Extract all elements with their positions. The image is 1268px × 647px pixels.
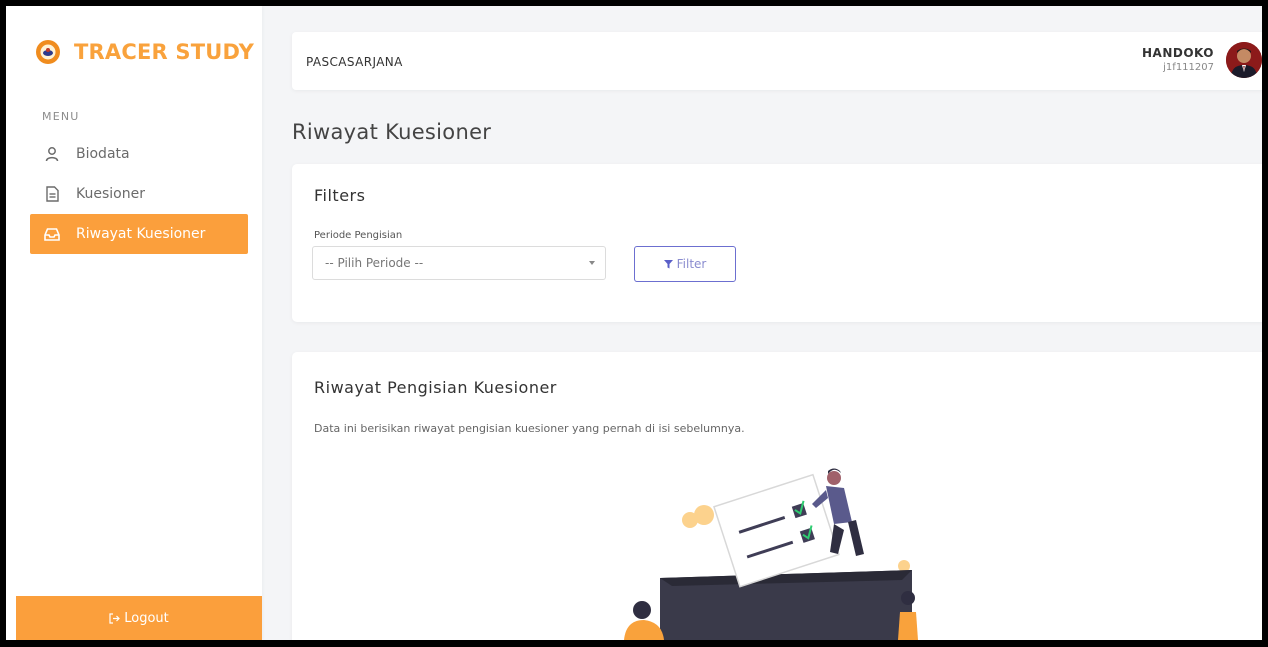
- brand-title: TRACER STUDY: [74, 40, 254, 64]
- history-title: Riwayat Pengisian Kuesioner: [314, 378, 557, 397]
- page-title: Riwayat Kuesioner: [292, 120, 492, 144]
- filters-title: Filters: [314, 186, 366, 205]
- university-logo-icon: [36, 40, 60, 64]
- sidebar-item-label: Riwayat Kuesioner: [76, 226, 206, 242]
- brand[interactable]: TRACER STUDY: [36, 40, 254, 64]
- sidebar-item-riwayat-kuesioner[interactable]: Riwayat Kuesioner: [30, 214, 248, 254]
- sidebar-item-biodata[interactable]: Biodata: [30, 134, 248, 174]
- user-id: j1f111207: [1163, 62, 1214, 73]
- filter-button-label: Filter: [676, 257, 707, 271]
- menu-label: MENU: [42, 110, 80, 123]
- user-name[interactable]: HANDOKO: [1142, 46, 1214, 60]
- filter-icon: [663, 259, 673, 269]
- sidebar-item-kuesioner[interactable]: Kuesioner: [30, 174, 248, 214]
- history-card: Riwayat Pengisian Kuesioner Data ini ber…: [292, 352, 1262, 640]
- period-select[interactable]: -- Pilih Periode --: [312, 246, 606, 280]
- user-icon: [42, 144, 62, 164]
- sidebar: TRACER STUDY MENU Biodata Kuesioner Riwa…: [6, 6, 262, 640]
- inbox-icon: [42, 224, 62, 244]
- logout-button[interactable]: Logout: [16, 596, 262, 640]
- caret-down-icon: [589, 261, 595, 265]
- period-label: Periode Pengisian: [314, 230, 403, 241]
- questionnaire-illustration: [624, 468, 918, 640]
- unit-name: PASCASARJANA: [306, 55, 403, 69]
- sidebar-item-label: Biodata: [76, 146, 130, 162]
- filters-card: Filters Periode Pengisian -- Pilih Perio…: [292, 164, 1262, 322]
- filter-button[interactable]: Filter: [634, 246, 736, 282]
- history-description: Data ini berisikan riwayat pengisian kue…: [314, 422, 745, 435]
- app-frame: TRACER STUDY MENU Biodata Kuesioner Riwa…: [6, 6, 1262, 640]
- avatar[interactable]: [1226, 42, 1262, 78]
- top-header: PASCASARJANA HANDOKO j1f111207: [292, 32, 1262, 90]
- period-select-value: -- Pilih Periode --: [325, 256, 424, 270]
- logout-label: Logout: [124, 610, 169, 626]
- sidebar-item-label: Kuesioner: [76, 186, 145, 202]
- document-icon: [42, 184, 62, 204]
- logout-icon: [109, 612, 121, 624]
